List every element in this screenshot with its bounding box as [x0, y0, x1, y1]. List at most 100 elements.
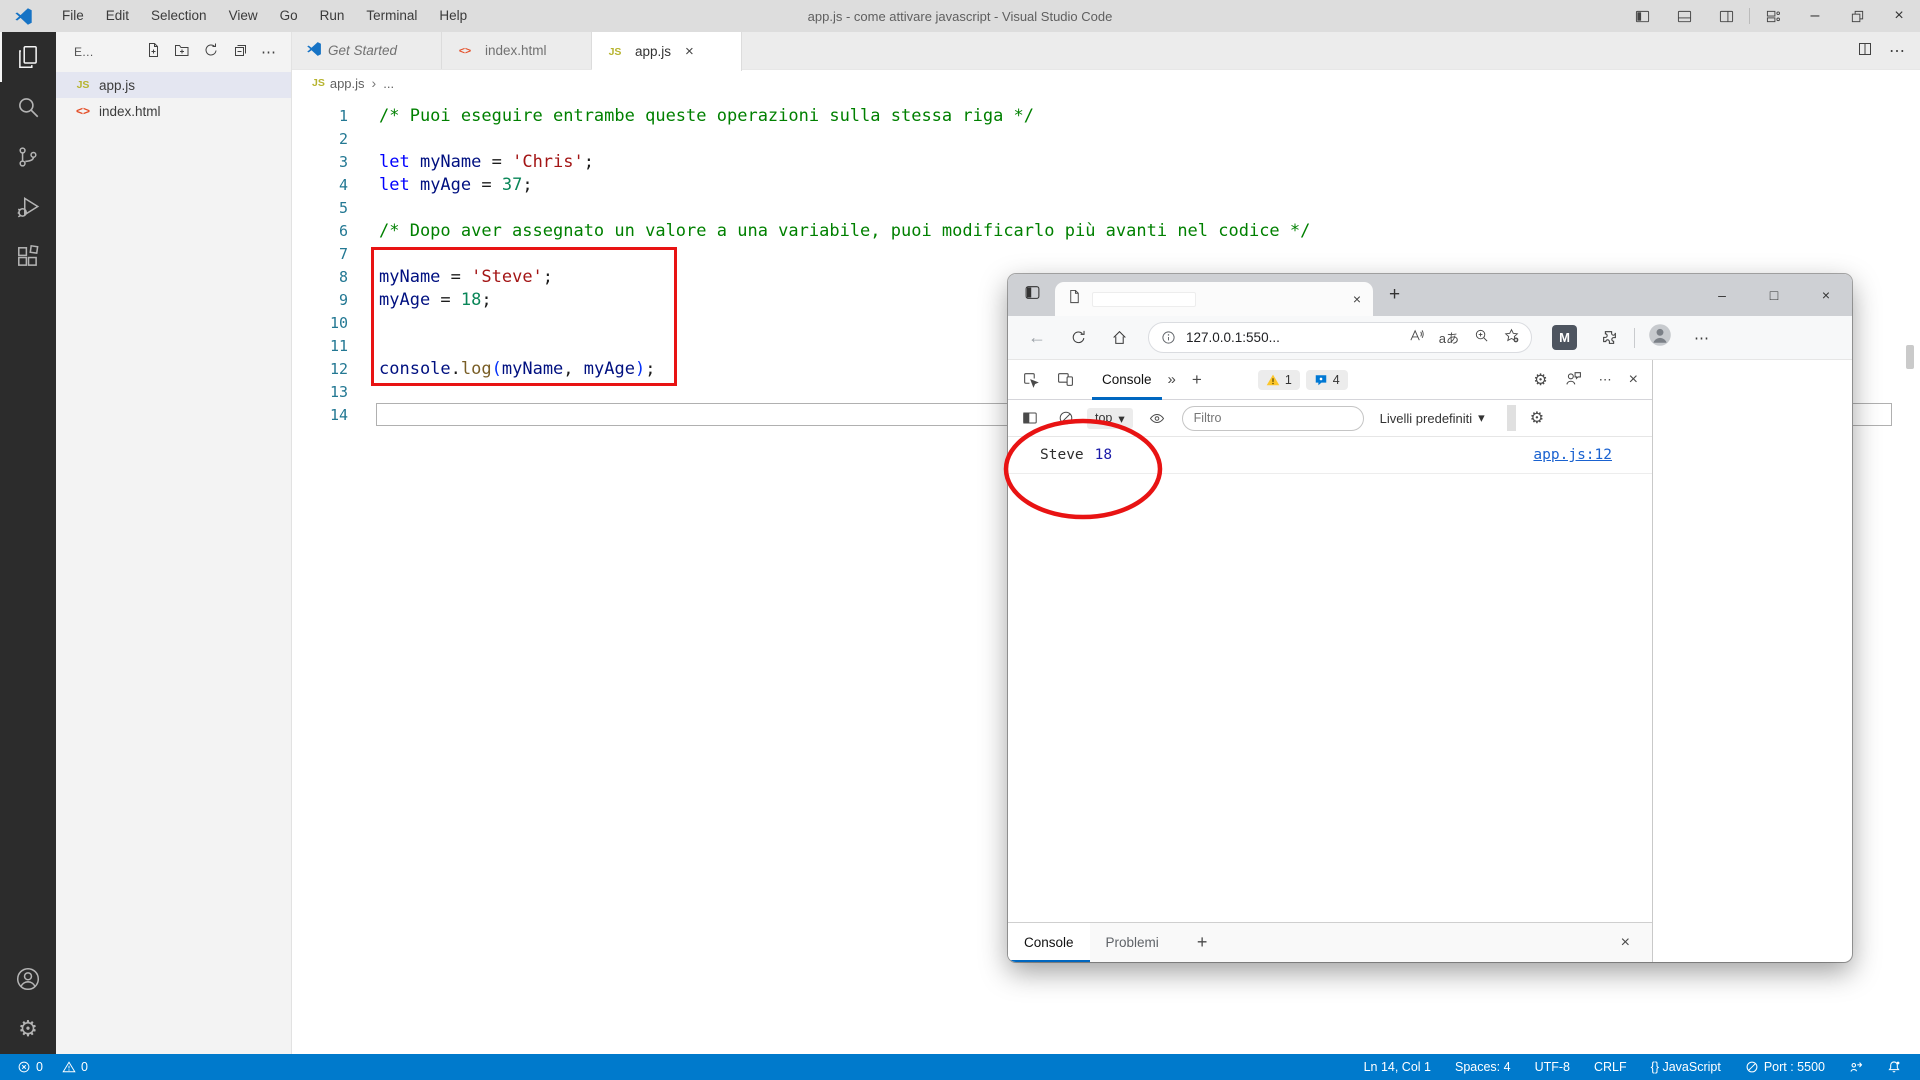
refresh-explorer-icon[interactable] — [203, 42, 219, 63]
extensions-puzzle-icon[interactable] — [1601, 329, 1618, 346]
status-javascript[interactable]: {} JavaScript — [1644, 1060, 1728, 1074]
activity-extensions-icon[interactable] — [0, 232, 56, 282]
console-source-link[interactable]: app.js:12 — [1533, 447, 1612, 463]
device-toolbar-icon[interactable] — [1057, 371, 1074, 388]
m-extension-icon[interactable]: M — [1552, 325, 1577, 350]
menu-item-help[interactable]: Help — [428, 0, 478, 32]
browser-close-button[interactable]: × — [1800, 287, 1852, 303]
explorer-more-actions-icon[interactable]: ⋯ — [261, 43, 277, 61]
devtools-settings-icon[interactable]: ⚙ — [1533, 370, 1547, 390]
menu-item-terminal[interactable]: Terminal — [355, 0, 428, 32]
code-line-6[interactable]: 6/* Dopo aver assegnato un valore a una … — [292, 220, 1920, 243]
status-bell[interactable] — [1880, 1060, 1908, 1074]
editor-tab-index.html[interactable]: <>index.html — [442, 32, 592, 69]
address-bar[interactable]: 127.0.0.1:550... aあ — [1148, 322, 1532, 353]
new-folder-icon[interactable] — [174, 42, 190, 63]
devtools-close-icon[interactable]: × — [1629, 371, 1638, 389]
live-expression-eye-icon[interactable] — [1149, 410, 1165, 426]
menu-item-selection[interactable]: Selection — [140, 0, 218, 32]
status-port-5500[interactable]: Port : 5500 — [1738, 1060, 1832, 1074]
read-aloud-icon[interactable] — [1409, 328, 1424, 348]
devtools-add-tab-icon[interactable]: + — [1192, 370, 1202, 390]
profile-avatar[interactable] — [1648, 323, 1672, 352]
status-spaces-4[interactable]: Spaces: 4 — [1448, 1060, 1518, 1074]
editor-tab-app.js[interactable]: JSapp.js× — [592, 32, 742, 71]
code-line-4[interactable]: 4let myAge = 37; — [292, 174, 1920, 197]
browser-settings-more-icon[interactable]: ⋯ — [1694, 329, 1710, 347]
drawer-tab-console[interactable]: Console — [1008, 923, 1090, 963]
breadcrumb-more[interactable]: ... — [383, 76, 394, 91]
favorites-add-icon[interactable] — [1504, 328, 1519, 348]
breadcrumb-file[interactable]: app.js — [330, 76, 365, 91]
home-icon[interactable] — [1111, 329, 1128, 346]
activity-source-control-icon[interactable] — [0, 132, 56, 182]
browser-minimize-button[interactable]: – — [1696, 287, 1748, 303]
file-item-index.html[interactable]: <>index.html — [56, 98, 291, 124]
devtools-tab-console[interactable]: Console — [1092, 360, 1162, 400]
menu-item-run[interactable]: Run — [309, 0, 356, 32]
close-tab-icon[interactable]: × — [685, 43, 694, 60]
new-tab-button[interactable]: + — [1389, 284, 1400, 306]
close-window-button[interactable]: × — [1878, 0, 1920, 32]
browser-tab[interactable]: × — [1055, 282, 1373, 316]
feedback-icon[interactable] — [1565, 370, 1582, 390]
activity-run-debug-icon[interactable] — [0, 182, 56, 232]
console-sidebar-icon[interactable] — [1022, 410, 1038, 426]
browser-maximize-button[interactable]: □ — [1748, 287, 1800, 303]
translate-icon[interactable]: aあ — [1439, 328, 1459, 347]
customize-layout-icon[interactable] — [1752, 0, 1794, 32]
zoom-page-icon[interactable] — [1474, 328, 1489, 348]
clear-console-icon[interactable] — [1058, 410, 1074, 426]
back-icon[interactable]: ← — [1028, 327, 1046, 348]
new-file-icon[interactable] — [145, 42, 161, 63]
activity-search-icon[interactable] — [0, 82, 56, 132]
console-filter-input[interactable] — [1182, 406, 1364, 431]
activity-settings-icon[interactable]: ⚙ — [0, 1004, 56, 1054]
code-line-1[interactable]: 1/* Puoi eseguire entrambe queste operaz… — [292, 105, 1920, 128]
context-selector[interactable]: top ▾ — [1087, 408, 1133, 429]
warnings-badge[interactable]: 1 — [1258, 370, 1300, 390]
activity-explorer-icon[interactable] — [0, 32, 56, 82]
toggle-sidebar-icon[interactable] — [1621, 0, 1663, 32]
menu-item-file[interactable]: File — [51, 0, 95, 32]
breadcrumb[interactable]: JS app.js › ... — [292, 70, 1920, 96]
editor-more-actions-icon[interactable]: ⋯ — [1889, 41, 1906, 61]
menu-item-edit[interactable]: Edit — [95, 0, 140, 32]
log-levels-selector[interactable]: Livelli predefiniti ▾ — [1380, 410, 1485, 426]
status-ln-14-col-1[interactable]: Ln 14, Col 1 — [1357, 1060, 1438, 1074]
minimize-window-button[interactable]: – — [1794, 0, 1836, 32]
console-settings-icon[interactable]: ⚙ — [1530, 408, 1544, 428]
status-crlf[interactable]: CRLF — [1587, 1060, 1634, 1074]
inspect-element-icon[interactable] — [1022, 371, 1039, 388]
address-url[interactable]: 127.0.0.1:550... — [1186, 330, 1409, 345]
status-utf-8[interactable]: UTF-8 — [1528, 1060, 1577, 1074]
drawer-tab-problemi[interactable]: Problemi — [1090, 923, 1175, 963]
file-item-app.js[interactable]: JSapp.js — [56, 72, 291, 98]
code-line-3[interactable]: 3let myName = 'Chris'; — [292, 151, 1920, 174]
drawer-add-tab-icon[interactable]: + — [1197, 932, 1208, 953]
drawer-close-icon[interactable]: × — [1621, 934, 1630, 952]
tab-workspaces-icon[interactable] — [1024, 284, 1041, 306]
more-tabs-icon[interactable]: » — [1168, 371, 1176, 388]
collapse-folders-icon[interactable] — [232, 42, 248, 63]
code-line-7[interactable]: 7 — [292, 243, 1920, 266]
restore-window-button[interactable] — [1836, 0, 1878, 32]
refresh-icon[interactable] — [1070, 329, 1087, 346]
status-broadcast[interactable] — [1842, 1060, 1870, 1074]
toggle-panel-icon[interactable] — [1663, 0, 1705, 32]
split-editor-icon[interactable] — [1857, 41, 1873, 62]
activity-accounts-icon[interactable] — [0, 954, 56, 1004]
code-line-5[interactable]: 5 — [292, 197, 1920, 220]
status-0[interactable]: 0 — [10, 1060, 50, 1074]
devtools-more-icon[interactable]: ⋯ — [1599, 372, 1612, 388]
status-0[interactable]: 0 — [55, 1060, 95, 1074]
menu-item-view[interactable]: View — [218, 0, 269, 32]
close-tab-icon[interactable]: × — [1353, 291, 1361, 307]
menu-item-go[interactable]: Go — [269, 0, 309, 32]
console-log-row[interactable]: Steve 18 app.js:12 — [1008, 437, 1652, 474]
messages-badge[interactable]: 4 — [1306, 370, 1348, 390]
code-line-2[interactable]: 2 — [292, 128, 1920, 151]
toggle-secondary-sidebar-icon[interactable] — [1705, 0, 1747, 32]
scrollbar-cursor-marker[interactable] — [1906, 345, 1914, 369]
editor-tab-get-started[interactable]: Get Started — [292, 32, 442, 69]
